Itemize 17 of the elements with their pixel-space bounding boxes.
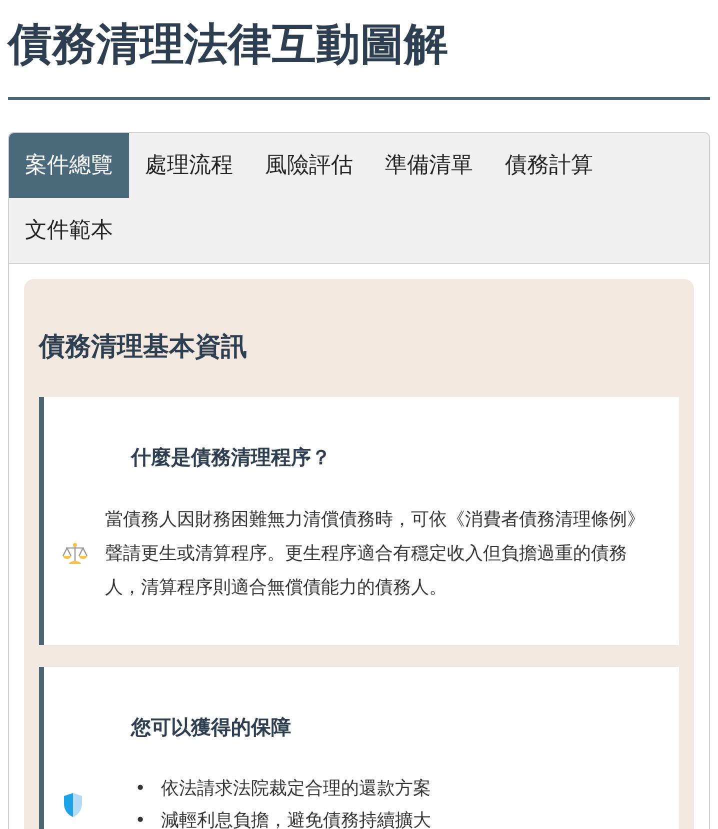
tab[interactable]: 處理流程 <box>129 133 249 198</box>
section-title: 債務清理基本資訊 <box>39 331 248 364</box>
card-title: 您可以獲得的保障 <box>131 714 292 741</box>
list-item: 依法請求法院裁定合理的還款方案 <box>161 777 431 801</box>
tab[interactable]: 文件範本 <box>9 198 129 263</box>
page-title: 債務清理法律互動圖解 <box>8 18 449 72</box>
card-text: 當債務人因財務困難無力清償債務時，可依《消費者債務清理條例》聲請更生或清算程序。更生程序適合有穩定收入但負擔過重的債務人，清算程序則適合無償債能力的債務人。 <box>105 508 646 600</box>
scales-icon <box>62 542 88 566</box>
bullet: • <box>135 777 147 801</box>
tab[interactable]: 案件總覽 <box>9 133 129 198</box>
tab[interactable]: 準備清單 <box>369 133 489 198</box>
tab[interactable]: 風險評估 <box>249 133 369 198</box>
shield-icon <box>62 792 84 818</box>
bullet: • <box>135 809 147 829</box>
list-item: 減輕利息負擔，避免債務持續擴大 <box>161 809 431 829</box>
card-title: 什麼是債務清理程序？ <box>131 444 332 471</box>
tab[interactable]: 債務計算 <box>489 133 609 198</box>
